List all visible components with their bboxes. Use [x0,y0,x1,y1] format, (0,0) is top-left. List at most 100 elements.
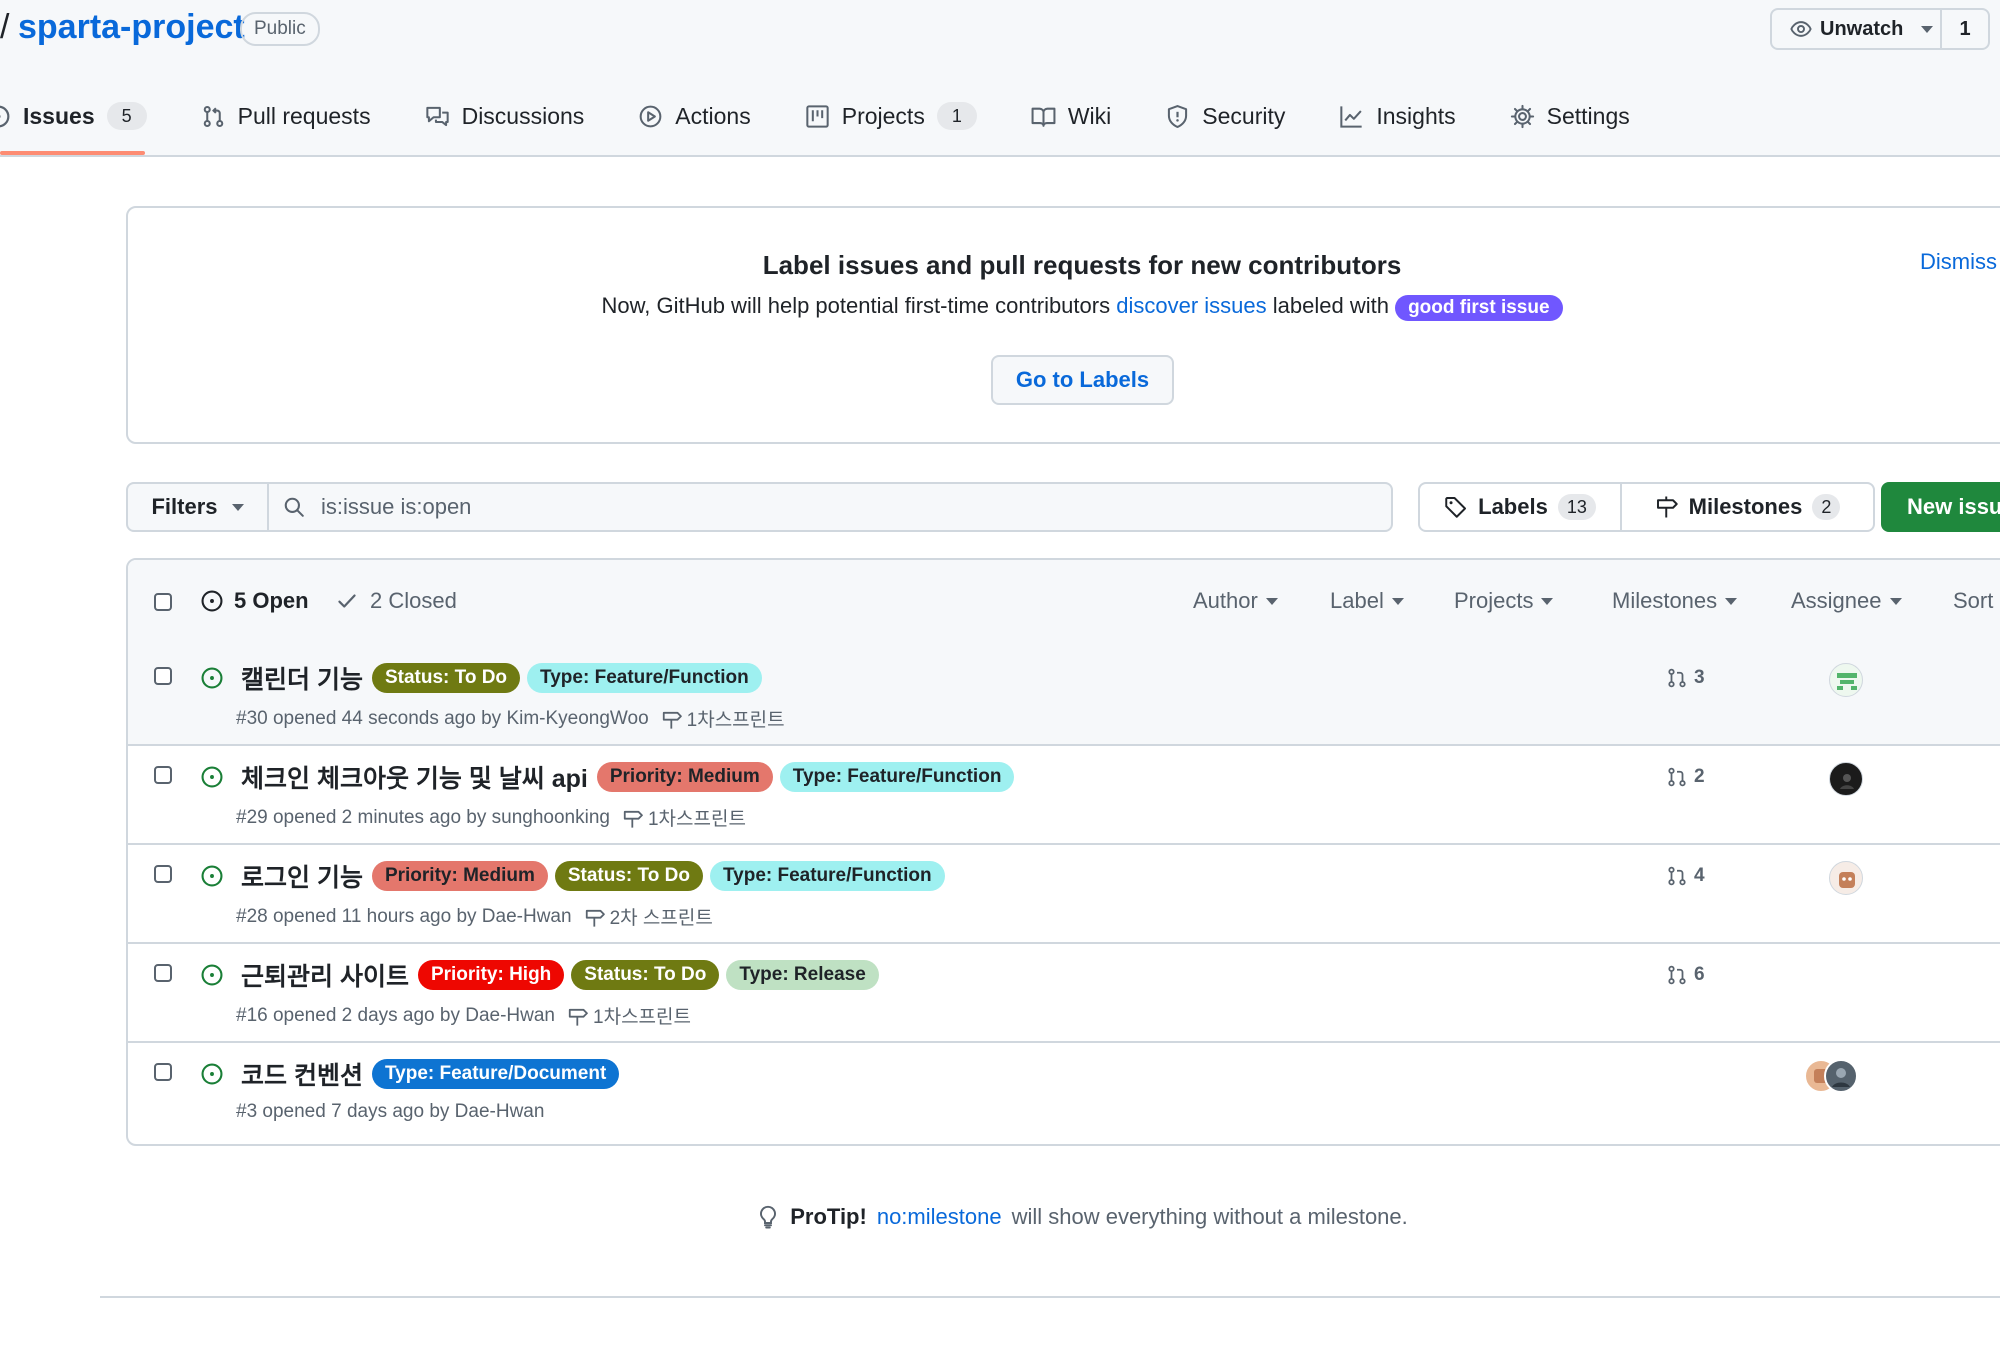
tab-settings[interactable]: Settings [1510,95,1630,137]
issue-label[interactable]: Type: Release [726,960,879,990]
issue-milestone-link[interactable]: 1차스프린트 [567,1002,691,1029]
tab-discussions[interactable]: Discussions [425,95,584,137]
milestones-button-label: Milestones [1688,494,1803,519]
milestones-filter[interactable]: Milestones [1612,588,1738,614]
tab-projects[interactable]: Projects 1 [805,95,977,137]
issue-title-link[interactable]: 근퇴관리 사이트 [241,957,409,993]
eye-icon [1790,21,1812,37]
assignee-avatar[interactable] [1829,663,1863,697]
unwatch-button[interactable]: Unwatch [1772,10,1942,48]
issue-title-link[interactable]: 로그인 기능 [241,858,363,894]
issue-meta: #3 opened 7 days ago by Dae-Hwan [236,1101,544,1123]
assignee-avatar[interactable] [1829,861,1863,895]
milestone-icon [662,711,682,729]
linked-pull-requests[interactable]: 6 [1666,964,1705,986]
select-all-checkbox[interactable] [154,593,172,611]
issue-label[interactable]: Type: Feature/Document [371,1059,620,1089]
linked-pull-requests[interactable]: 3 [1666,667,1705,689]
issue-opened-info: #28 opened 11 hours ago by Dae-Hwan [236,905,572,927]
tab-pull-requests[interactable]: Pull requests [201,95,371,137]
assignee-filter[interactable]: Assignee [1791,588,1902,614]
linked-pr-count: 3 [1694,667,1705,688]
linked-pull-requests[interactable]: 2 [1666,766,1705,788]
tab-security[interactable]: Security [1165,95,1285,137]
issue-search [267,482,1393,532]
issue-milestone-link[interactable]: 1차스프린트 [661,705,785,732]
tab-settings-label: Settings [1546,102,1630,129]
chevron-down-icon [1391,597,1404,605]
tag-icon [1445,497,1467,518]
watch-count[interactable]: 1 [1942,18,1988,41]
new-contributors-banner [126,206,2000,444]
tab-actions-label: Actions [675,102,751,129]
assignee-avatar[interactable] [1829,762,1863,796]
issue-label[interactable]: Type: Feature/Function [527,663,762,693]
chevron-down-icon [1889,597,1902,605]
labels-button[interactable]: Labels 13 [1420,484,1622,530]
issue-label[interactable]: Type: Feature/Function [779,762,1015,792]
issue-checkbox[interactable] [154,964,172,982]
issue-checkbox[interactable] [154,766,172,784]
no-milestone-link[interactable]: no:milestone [877,1204,1002,1230]
sort-filter[interactable]: Sort [1953,588,1993,614]
tab-insights[interactable]: Insights [1339,95,1456,137]
open-issues-toggle[interactable]: 5 Open [200,588,309,614]
issue-label[interactable]: Priority: Medium [371,861,548,891]
protip: ProTip! no:milestone will show everythin… [0,1204,2000,1230]
issue-title-line: 코드 컨벤션 Type: Feature/Document [200,1056,620,1092]
filters-button[interactable]: Filters [126,482,269,532]
chevron-down-icon [1921,25,1934,33]
issue-title-link[interactable]: 캘린더 기능 [241,660,363,696]
author-filter-label: Author [1193,588,1258,613]
milestone-icon [568,1008,588,1026]
issue-meta: #30 opened 44 seconds ago by Kim-KyeongW… [236,705,785,732]
book-icon [1031,107,1056,127]
visibility-badge: Public [240,12,320,46]
closed-issues-toggle[interactable]: 2 Closed [336,588,457,614]
discover-issues-link[interactable]: discover issues [1116,293,1266,318]
issue-label[interactable]: Status: To Do [554,861,703,891]
issue-label[interactable]: Status: To Do [571,960,720,990]
unwatch-label: Unwatch [1820,17,1904,40]
issue-checkbox[interactable] [154,865,172,883]
linked-pr-count: 6 [1694,964,1705,985]
comment-discussion-icon [425,106,449,126]
issue-milestone-link[interactable]: 2차 스프린트 [584,903,713,930]
issue-checkbox[interactable] [154,667,172,685]
milestones-button[interactable]: Milestones 2 [1622,484,1873,530]
issue-label[interactable]: Priority: High [417,960,565,990]
issue-checkbox[interactable] [154,1063,172,1081]
issue-search-input[interactable] [319,493,1323,521]
issue-title-link[interactable]: 체크인 체크아웃 기능 및 날씨 api [241,759,588,795]
issue-label[interactable]: Type: Feature/Function [709,861,945,891]
projects-filter[interactable]: Projects [1454,588,1554,614]
author-filter[interactable]: Author [1193,588,1278,614]
tab-issues[interactable]: Issues 5 [0,95,147,137]
issue-opened-icon [201,964,223,986]
avatar-image [1840,774,1854,789]
dismiss-button[interactable]: Dismiss [1920,249,1997,275]
good-first-issue-label[interactable]: good first issue [1395,295,1563,321]
go-to-labels-button[interactable]: Go to Labels [991,355,1174,405]
tab-wiki[interactable]: Wiki [1031,95,1111,137]
avatar-image [1832,1068,1850,1087]
issue-label[interactable]: Status: To Do [371,663,521,693]
issue-title-link[interactable]: 코드 컨벤션 [241,1056,363,1092]
repo-name-link[interactable]: sparta-project [18,8,245,47]
new-issue-button[interactable]: New issue [1881,482,2000,532]
milestone-icon [623,810,643,828]
tab-wiki-label: Wiki [1067,102,1112,129]
labels-count: 13 [1557,494,1596,520]
issue-meta: #28 opened 11 hours ago by Dae-Hwan 2차 스… [236,903,713,930]
issue-row: 코드 컨벤션 Type: Feature/Document #3 opened … [128,1041,2000,1140]
label-filter[interactable]: Label [1330,588,1404,614]
issue-milestone-link[interactable]: 1차스프린트 [622,804,746,831]
assignee-avatar[interactable] [1824,1059,1858,1093]
issue-opened-info: #3 opened 7 days ago by Dae-Hwan [236,1101,545,1122]
git-pull-request-icon [1668,767,1686,787]
issue-opened-icon [201,1063,223,1085]
linked-pull-requests[interactable]: 4 [1666,865,1705,887]
graph-icon [1340,105,1363,128]
issue-label[interactable]: Priority: Medium [596,762,773,792]
tab-actions[interactable]: Actions [638,95,751,137]
